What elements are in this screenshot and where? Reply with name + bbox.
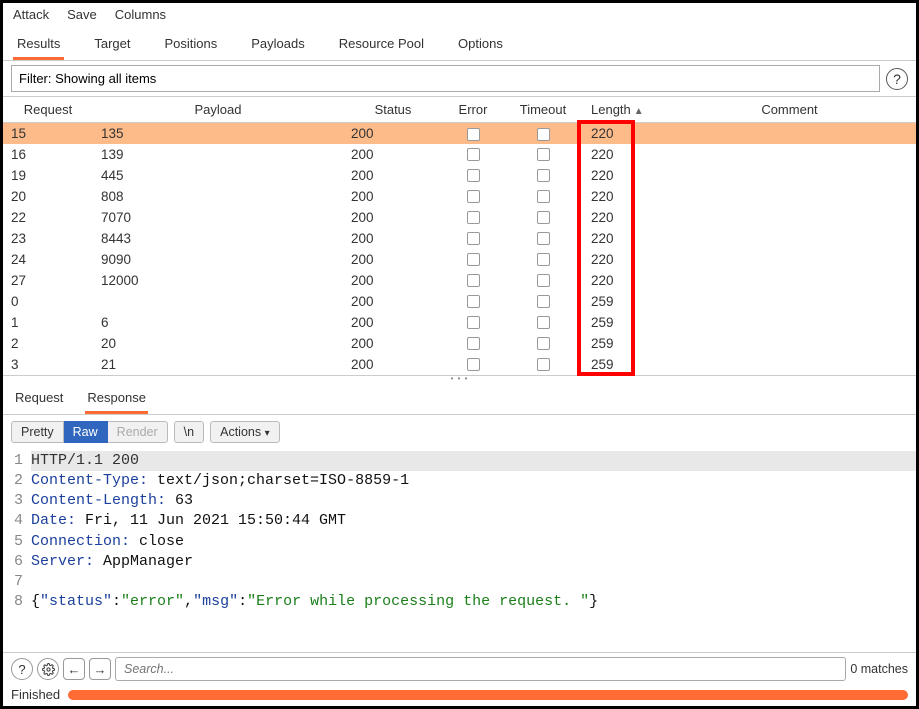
error-checkbox[interactable] <box>467 274 480 287</box>
menu-bar: Attack Save Columns <box>3 3 916 26</box>
timeout-checkbox[interactable] <box>537 128 550 141</box>
help-icon[interactable]: ? <box>886 68 908 90</box>
table-row[interactable]: 19445200220 <box>3 165 916 186</box>
response-search-bar: ? ← → 0 matches <box>3 652 916 685</box>
view-raw[interactable]: Raw <box>64 421 108 443</box>
error-checkbox[interactable] <box>467 190 480 203</box>
view-mode-bar: Pretty Raw Render \n Actions ▾ <box>3 415 916 449</box>
results-table-wrap: Request Payload Status Error Timeout Len… <box>3 97 916 376</box>
results-table: Request Payload Status Error Timeout Len… <box>3 97 916 375</box>
error-checkbox[interactable] <box>467 148 480 161</box>
tab-options[interactable]: Options <box>454 30 507 60</box>
col-request[interactable]: Request <box>3 97 93 123</box>
table-row[interactable]: 16139200220 <box>3 144 916 165</box>
prev-match-button[interactable]: ← <box>63 658 85 680</box>
match-count: 0 matches <box>850 662 908 676</box>
table-header-row: Request Payload Status Error Timeout Len… <box>3 97 916 123</box>
actions-menu[interactable]: Actions ▾ <box>210 421 280 443</box>
error-checkbox[interactable] <box>467 295 480 308</box>
tab-request[interactable]: Request <box>13 384 65 414</box>
timeout-checkbox[interactable] <box>537 337 550 350</box>
error-checkbox[interactable] <box>467 232 480 245</box>
col-timeout[interactable]: Timeout <box>503 97 583 123</box>
gear-icon[interactable] <box>37 658 59 680</box>
response-raw-view[interactable]: 1HTTP/1.1 2002Content-Type: text/json;ch… <box>3 449 916 653</box>
table-row[interactable]: 238443200220 <box>3 228 916 249</box>
table-row[interactable]: 2712000200220 <box>3 270 916 291</box>
tab-target[interactable]: Target <box>90 30 134 60</box>
table-row[interactable]: 220200259 <box>3 333 916 354</box>
table-row[interactable]: 16200259 <box>3 312 916 333</box>
error-checkbox[interactable] <box>467 253 480 266</box>
timeout-checkbox[interactable] <box>537 253 550 266</box>
table-row[interactable]: 0200259 <box>3 291 916 312</box>
tab-payloads[interactable]: Payloads <box>247 30 308 60</box>
view-pretty[interactable]: Pretty <box>11 421 64 443</box>
timeout-checkbox[interactable] <box>537 211 550 224</box>
status-bar: Finished <box>3 685 916 706</box>
newline-toggle[interactable]: \n <box>174 421 204 443</box>
tab-response[interactable]: Response <box>85 384 148 414</box>
menu-save[interactable]: Save <box>67 7 97 22</box>
chevron-down-icon: ▾ <box>265 428 270 439</box>
table-row[interactable]: 227070200220 <box>3 207 916 228</box>
response-search-input[interactable] <box>115 657 846 681</box>
error-checkbox[interactable] <box>467 169 480 182</box>
col-payload[interactable]: Payload <box>93 97 343 123</box>
message-tabs: Request Response <box>3 382 916 415</box>
main-tabs: Results Target Positions Payloads Resour… <box>3 26 916 61</box>
table-row[interactable]: 249090200220 <box>3 249 916 270</box>
progress-bar <box>68 690 908 700</box>
error-checkbox[interactable] <box>467 337 480 350</box>
col-status[interactable]: Status <box>343 97 443 123</box>
col-length[interactable]: Length▲ <box>583 97 663 123</box>
menu-columns[interactable]: Columns <box>115 7 166 22</box>
help-icon[interactable]: ? <box>11 658 33 680</box>
menu-attack[interactable]: Attack <box>13 7 49 22</box>
filter-input[interactable] <box>11 65 880 92</box>
error-checkbox[interactable] <box>467 211 480 224</box>
table-row[interactable]: 20808200220 <box>3 186 916 207</box>
error-checkbox[interactable] <box>467 358 480 371</box>
tab-results[interactable]: Results <box>13 30 64 60</box>
table-row[interactable]: 321200259 <box>3 354 916 375</box>
col-comment[interactable]: Comment <box>663 97 916 123</box>
col-error[interactable]: Error <box>443 97 503 123</box>
timeout-checkbox[interactable] <box>537 316 550 329</box>
error-checkbox[interactable] <box>467 128 480 141</box>
timeout-checkbox[interactable] <box>537 274 550 287</box>
tab-resource-pool[interactable]: Resource Pool <box>335 30 428 60</box>
view-render[interactable]: Render <box>108 421 168 443</box>
status-label: Finished <box>11 687 60 702</box>
timeout-checkbox[interactable] <box>537 148 550 161</box>
timeout-checkbox[interactable] <box>537 190 550 203</box>
error-checkbox[interactable] <box>467 316 480 329</box>
timeout-checkbox[interactable] <box>537 232 550 245</box>
tab-positions[interactable]: Positions <box>161 30 222 60</box>
sort-asc-icon: ▲ <box>634 106 644 117</box>
timeout-checkbox[interactable] <box>537 358 550 371</box>
table-row[interactable]: 15135200220 <box>3 123 916 144</box>
filter-bar: ? <box>3 61 916 97</box>
timeout-checkbox[interactable] <box>537 169 550 182</box>
next-match-button[interactable]: → <box>89 658 111 680</box>
timeout-checkbox[interactable] <box>537 295 550 308</box>
